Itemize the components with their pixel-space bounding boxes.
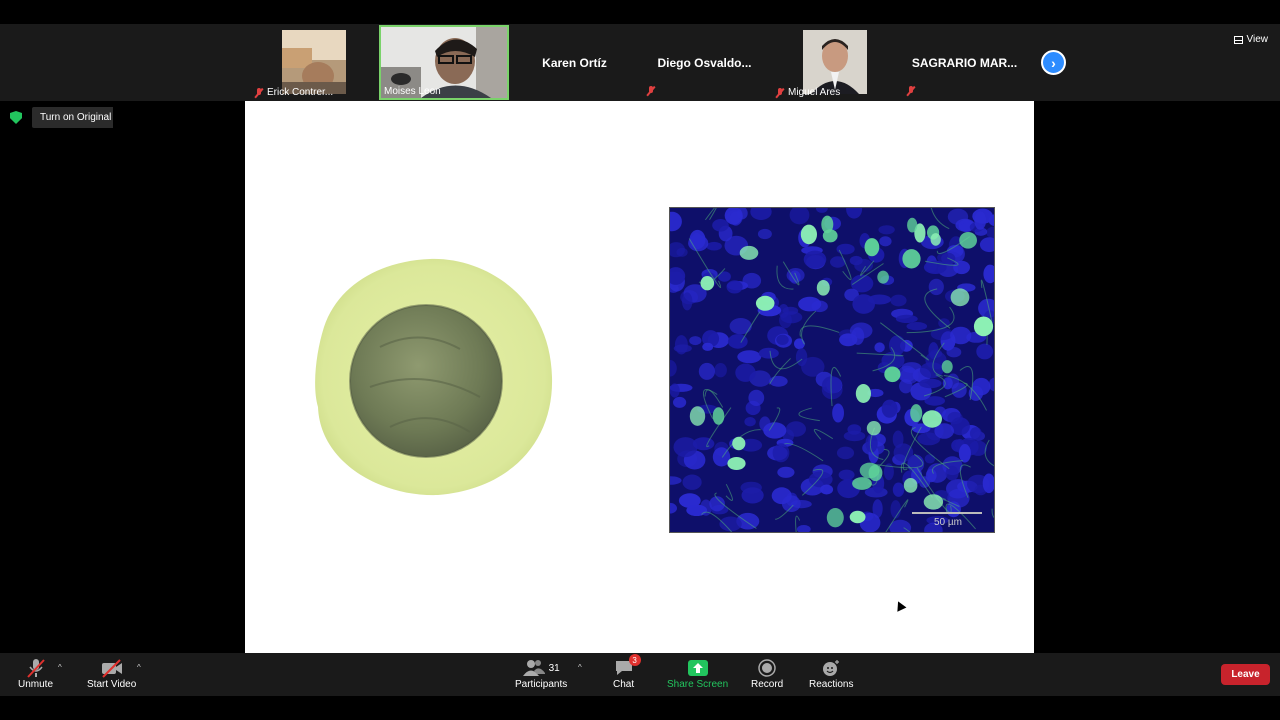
record-icon (758, 659, 776, 677)
fluorescence-micrograph: 50 µm (669, 207, 995, 533)
video-options-caret-icon[interactable]: ^ (137, 663, 141, 672)
participant-tile-karen[interactable]: Karen Ortíz (511, 26, 638, 99)
participant-name: SAGRARIO MAR... (911, 56, 1018, 70)
meeting-toolbar: Unmute ^ Start Video ^ 31 Participants ^… (0, 653, 1280, 696)
participant-name: Moises Leon (384, 86, 441, 97)
participants-count: 31 (548, 662, 560, 674)
participants-label: Participants (515, 679, 568, 690)
next-page-button[interactable]: › (1041, 50, 1066, 75)
participant-tile-sagrario[interactable]: SAGRARIO MAR... (901, 26, 1028, 99)
participant-video-thumbnail (282, 30, 346, 94)
micrograph-image (670, 208, 994, 532)
leave-button[interactable]: Leave (1221, 664, 1270, 685)
audio-options-caret-icon[interactable]: ^ (58, 663, 62, 672)
chat-button[interactable]: 3 Chat (613, 654, 641, 690)
view-layout-icon (1233, 35, 1243, 44)
participant-tile-moises[interactable]: Moises Leon (379, 25, 509, 100)
muted-microphone-icon (25, 657, 47, 679)
record-label: Record (751, 679, 784, 690)
view-button[interactable]: View (1233, 34, 1269, 45)
reactions-label: Reactions (809, 679, 854, 690)
participant-tile-diego[interactable]: Diego Osvaldo... (641, 26, 768, 99)
unmute-button[interactable]: Unmute (18, 657, 53, 690)
view-label: View (1246, 34, 1269, 45)
participants-button[interactable]: 31 Participants (515, 657, 567, 690)
video-off-icon (100, 657, 124, 679)
chat-unread-badge: 3 (628, 654, 641, 666)
share-screen-label: Share Screen (667, 679, 729, 690)
participants-options-caret-icon[interactable]: ^ (578, 663, 582, 672)
reactions-icon (823, 660, 840, 676)
start-video-label: Start Video (87, 679, 137, 690)
participants-icon (522, 660, 545, 676)
cell-illustration (315, 258, 553, 496)
share-screen-button[interactable]: Share Screen (667, 657, 728, 690)
participant-name: Erick Contrer... (267, 87, 334, 98)
participant-video-thumbnail (803, 30, 867, 94)
reactions-button[interactable]: Reactions (809, 657, 853, 690)
encryption-shield-icon (10, 111, 22, 124)
participant-name: Diego Osvaldo... (657, 56, 752, 70)
participant-name: Karen Ortíz (542, 56, 607, 70)
participant-tile-erick[interactable]: Erick Contrer... (250, 26, 377, 99)
share-screen-icon (687, 660, 708, 676)
chevron-right-icon: › (1051, 54, 1056, 71)
muted-mic-icon (906, 86, 916, 96)
presentation-slide: 50 µm (245, 101, 1034, 653)
muted-mic-icon (775, 87, 785, 98)
record-button[interactable]: Record (751, 657, 783, 690)
participant-name: Miguel Ares (788, 87, 841, 98)
scale-label: 50 µm (934, 517, 962, 528)
start-video-button[interactable]: Start Video (87, 657, 136, 690)
scale-bar (912, 512, 982, 514)
participant-tile-miguel[interactable]: Miguel Ares (771, 26, 898, 99)
muted-mic-icon (254, 87, 264, 98)
participant-strip: Erick Contrer... Moises Leon Karen Ortíz… (0, 24, 1280, 101)
unmute-label: Unmute (18, 679, 54, 690)
muted-mic-icon (646, 86, 656, 96)
chat-label: Chat (613, 679, 635, 690)
